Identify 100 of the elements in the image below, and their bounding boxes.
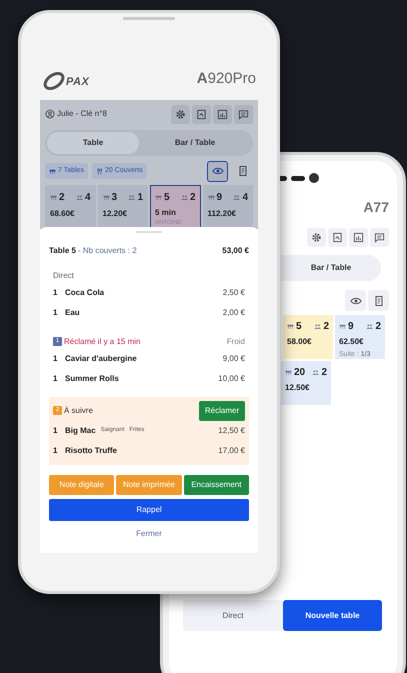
guest-count: 2	[190, 190, 196, 204]
item-name: Caviar d'aubergine	[65, 352, 137, 364]
table-icon	[50, 194, 57, 200]
camera-lens	[309, 173, 319, 183]
table-icon	[102, 194, 110, 200]
section-title: Réclamé il y a 15 min	[64, 336, 140, 348]
close-button[interactable]: Fermer	[49, 522, 249, 544]
table-card[interactable]: 20 2 12.50€	[281, 361, 331, 405]
table-icon	[285, 369, 292, 376]
section-title: Direct	[53, 270, 74, 282]
receipt-button[interactable]	[368, 290, 389, 311]
image-button[interactable]	[192, 104, 211, 124]
order-total: 53,00 €	[222, 244, 249, 256]
item-name: Big Mac	[65, 424, 96, 436]
tab[interactable]: Table	[47, 132, 139, 154]
table-icon	[287, 323, 294, 330]
settings-button[interactable]	[307, 228, 326, 247]
settings-icon	[311, 232, 322, 243]
table-icon	[339, 323, 346, 330]
settings-button[interactable]	[171, 104, 190, 124]
item-price: 17,00 €	[218, 444, 245, 456]
section-note: Froid	[226, 336, 245, 348]
tab[interactable]: Bar / Table	[139, 132, 251, 154]
amount: 68.60€	[50, 208, 76, 220]
table-number: 2	[59, 190, 65, 204]
people-icon	[128, 194, 136, 200]
receipt-icon	[372, 294, 384, 306]
tab[interactable]: Bar / Table	[281, 255, 381, 281]
table-card[interactable]: 5 2 58.00€	[283, 315, 333, 359]
table-card[interactable]: 9 4 112.20€	[202, 184, 253, 228]
people-icon	[314, 323, 322, 330]
new-table-button[interactable]: Nouvelle table	[283, 600, 382, 631]
item-quantity: 1	[53, 306, 58, 318]
message-icon	[374, 232, 385, 243]
section-title: À suivre	[64, 404, 93, 416]
item-quantity: 1	[53, 444, 58, 456]
item-name: Risotto Truffe	[65, 444, 117, 456]
user-name: Julie - Clé n°8	[57, 108, 107, 120]
item-name: Coca Cola	[65, 286, 104, 298]
table-icon	[49, 168, 56, 174]
image-icon	[196, 108, 207, 120]
chart-button[interactable]	[213, 104, 232, 124]
item-quantity: 1	[53, 352, 58, 364]
order-title: Table 5	[49, 244, 76, 256]
guest-count: 4	[84, 190, 90, 204]
table-icon	[208, 194, 214, 200]
guest-count: 2	[321, 366, 327, 380]
item-price: 9,00 €	[222, 352, 245, 364]
table-card[interactable]: 2 4 68.60€	[45, 184, 96, 228]
brand-logo: PAX	[66, 75, 90, 90]
item-price: 2,00 €	[222, 306, 245, 318]
table-number: 5	[164, 190, 170, 204]
table-number: 5	[296, 320, 302, 334]
drag-handle[interactable]	[136, 230, 162, 232]
fork-icon	[96, 168, 103, 174]
item-name: Summer Rolls	[65, 372, 119, 384]
tab[interactable]: Direct	[183, 600, 283, 631]
guest-count: 4	[242, 190, 248, 204]
receipt-icon	[236, 165, 248, 177]
message-button[interactable]	[234, 104, 253, 124]
item-quantity: 1	[53, 372, 58, 384]
logo-swoosh-icon	[42, 70, 66, 90]
table-icon	[155, 194, 162, 200]
item-quantity: 1	[53, 424, 58, 436]
table-number: 9	[216, 190, 222, 204]
table-number: 9	[348, 320, 354, 334]
amount: 62.50€	[339, 336, 364, 348]
eye-icon	[212, 165, 224, 177]
elapsed-time: 5 min	[155, 206, 177, 218]
device-model: A920Pro	[196, 69, 256, 89]
speaker-slot	[123, 17, 175, 20]
guest-info: - Nb couverts : 2	[78, 244, 137, 256]
guest-count: 1	[137, 190, 143, 204]
chart-icon	[217, 108, 228, 120]
amount: 12.50€	[285, 382, 310, 394]
guest-count: 2	[323, 320, 329, 334]
image-icon	[332, 232, 343, 243]
user-icon	[45, 109, 55, 119]
table-card[interactable]: 3 1 12.20€	[98, 184, 148, 228]
image-button[interactable]	[328, 228, 347, 247]
amount: 12.20€	[102, 208, 128, 220]
action-button[interactable]: Rappel	[49, 498, 249, 520]
item-quantity: 1	[53, 286, 58, 298]
table-number: 3	[112, 190, 118, 204]
people-icon	[312, 369, 320, 376]
guest-count: 2	[375, 320, 381, 334]
chart-button[interactable]	[349, 228, 368, 247]
claim-button[interactable]: Réclamer	[199, 400, 245, 420]
people-icon	[180, 194, 188, 200]
view-button[interactable]	[207, 160, 228, 182]
message-icon	[238, 108, 249, 120]
item-name: Eau	[65, 306, 80, 318]
message-button[interactable]	[370, 228, 389, 247]
view-button[interactable]	[345, 290, 366, 311]
amount: 112.20€	[208, 208, 237, 220]
settings-icon	[175, 108, 186, 120]
people-icon	[76, 194, 83, 200]
people-icon	[233, 194, 240, 200]
action-button[interactable]: Encaissement	[184, 474, 249, 494]
chart-icon	[353, 232, 364, 243]
